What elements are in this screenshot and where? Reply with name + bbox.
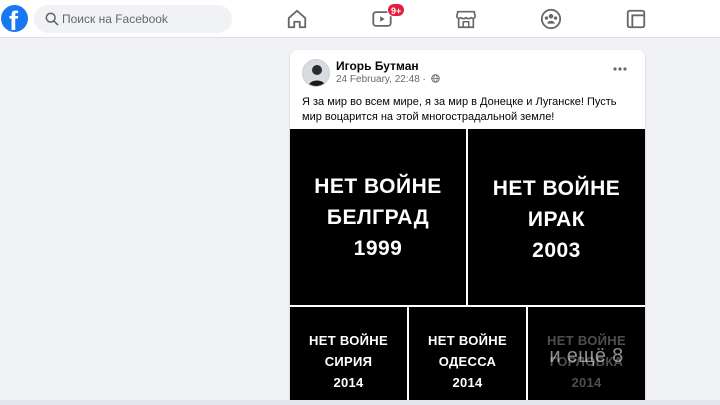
gaming-icon[interactable] xyxy=(625,8,647,30)
home-icon[interactable] xyxy=(286,8,308,30)
author-avatar[interactable] xyxy=(302,59,330,87)
tile-line: ОДЕССА xyxy=(438,353,497,369)
photo-tile-iraq[interactable]: НЕТ ВОЙНЕ ИРАК 2003 xyxy=(468,129,645,305)
search-icon xyxy=(45,12,59,26)
photo-tile-odessa[interactable]: НЕТ ВОЙНЕ ОДЕССА 2014 xyxy=(409,307,526,405)
globe-icon xyxy=(430,74,440,83)
more-photos-overlay[interactable]: и ещё 8 xyxy=(528,307,645,405)
post-timestamp[interactable]: 24 February, 22:48 · xyxy=(336,74,426,85)
avatar-photo-icon xyxy=(303,60,329,86)
marketplace-icon[interactable] xyxy=(455,8,477,30)
tile-line: 2003 xyxy=(532,239,581,262)
tile-line: НЕТ ВОЙНЕ xyxy=(314,174,442,198)
tile-line: ИРАК xyxy=(527,208,586,231)
search-box[interactable] xyxy=(34,5,232,33)
tile-line: НЕТ ВОЙНЕ xyxy=(309,332,388,348)
photo-tile-syria[interactable]: НЕТ ВОЙНЕ СИРИЯ 2014 xyxy=(290,307,407,405)
tile-line: СИРИЯ xyxy=(324,353,373,369)
facebook-logo-icon[interactable]: f xyxy=(1,5,28,32)
top-bar: f 9+ xyxy=(0,0,720,38)
watch-notification-badge: 9+ xyxy=(387,3,406,17)
search-input[interactable] xyxy=(62,5,227,33)
post-text: Я за мир во всем мире, я за мир в Донецк… xyxy=(302,96,617,123)
more-options-icon[interactable] xyxy=(610,61,630,77)
tile-line: БЕЛГРАД xyxy=(326,205,430,229)
more-photos-label: и ещё 8 xyxy=(549,344,624,367)
groups-icon[interactable] xyxy=(540,8,562,30)
author-name[interactable]: Игорь Бутман xyxy=(336,59,419,73)
photo-tile-belgrade[interactable]: НЕТ ВОЙНЕ БЕЛГРАД 1999 xyxy=(290,129,466,305)
horizontal-scrollbar[interactable] xyxy=(0,400,720,405)
tile-line: НЕТ ВОЙНЕ xyxy=(492,177,621,200)
tile-line: 2014 xyxy=(333,374,364,390)
tile-line: НЕТ ВОЙНЕ xyxy=(428,332,507,348)
photo-tile-gorlovka[interactable]: НЕТ ВОЙНЕ ГОРЛОВКА 2014 и ещё 8 xyxy=(528,307,645,405)
post-card: Игорь Бутман 24 February, 22:48 · Я за м… xyxy=(290,50,645,405)
tile-line: 1999 xyxy=(353,236,403,260)
post-meta: 24 February, 22:48 · xyxy=(336,74,440,85)
tile-line: 2014 xyxy=(452,374,483,390)
